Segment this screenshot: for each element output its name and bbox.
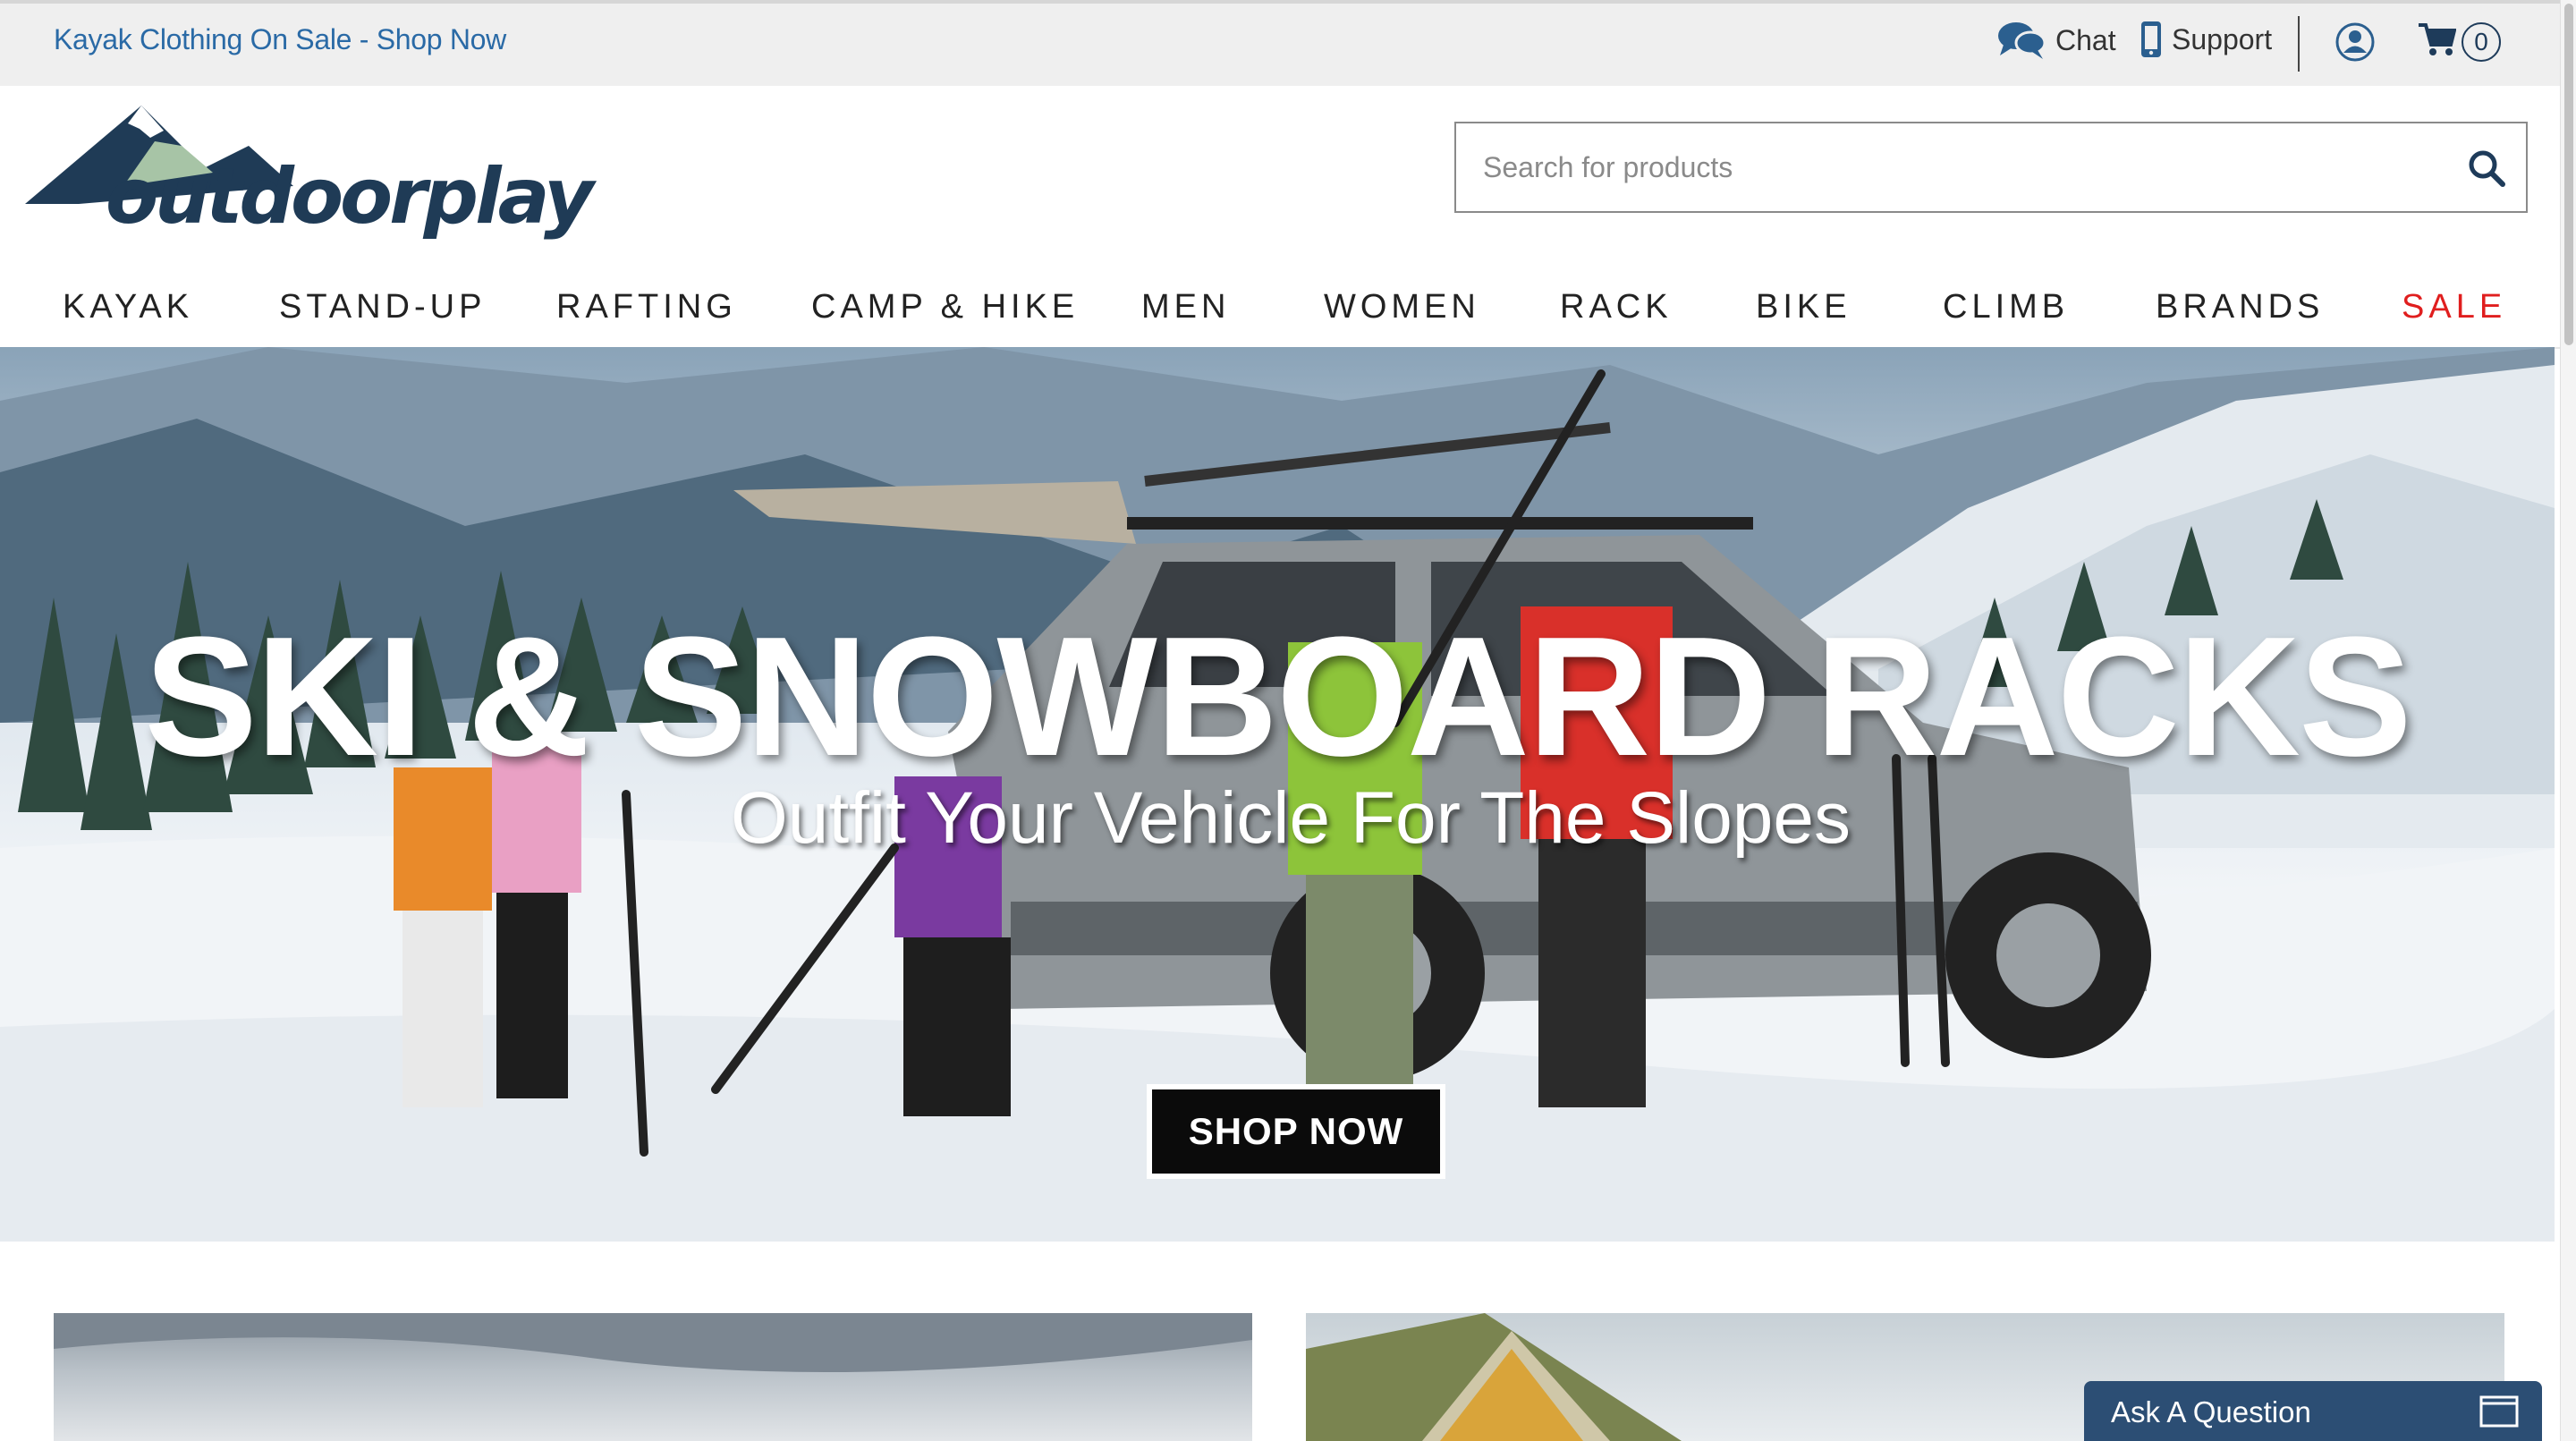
nav-item-climb[interactable]: CLIMB: [1943, 288, 2069, 326]
site-logo[interactable]: outdoorplay: [25, 97, 594, 253]
cart-link[interactable]: 0: [2417, 21, 2501, 62]
expand-window-icon: [2479, 1395, 2519, 1432]
search-input[interactable]: [1456, 123, 2422, 211]
ask-question-widget[interactable]: Ask A Question: [2084, 1381, 2542, 1441]
nav-item-kayak[interactable]: KAYAK: [63, 288, 193, 326]
page-scrollbar[interactable]: [2560, 0, 2576, 1441]
account-icon[interactable]: [2334, 21, 2376, 67]
chat-label: Chat: [2055, 23, 2116, 56]
ask-question-label: Ask A Question: [2111, 1395, 2311, 1428]
site-header: outdoorplay KAYAK STAND-UP RAFTING CAMP …: [0, 86, 2560, 349]
hero-title: SKI & SNOWBOARD RACKS: [144, 602, 2412, 792]
shop-now-button[interactable]: SHOP NOW: [1147, 1084, 1445, 1179]
support-label: Support: [2172, 22, 2273, 55]
hero-subtitle: Outfit Your Vehicle For The Slopes: [730, 777, 1852, 859]
nav-item-bike[interactable]: BIKE: [1756, 288, 1852, 326]
hero-banner[interactable]: SKI & SNOWBOARD RACKS Outfit Your Vehicl…: [0, 347, 2555, 1242]
nav-item-sale[interactable]: SALE: [2402, 288, 2506, 326]
promo-link[interactable]: Kayak Clothing On Sale - Shop Now: [54, 23, 506, 56]
nav-item-men[interactable]: MEN: [1141, 288, 1230, 326]
nav-item-brands[interactable]: BRANDS: [2156, 288, 2324, 326]
search-box: [1454, 122, 2528, 213]
support-link[interactable]: Support: [2140, 20, 2272, 59]
phone-icon: [2140, 20, 2163, 59]
nav-item-camp-hike[interactable]: CAMP & HIKE: [811, 288, 1079, 326]
logo-wordmark: outdoorplay: [106, 152, 594, 242]
cart-count-badge: 0: [2462, 21, 2501, 62]
nav-item-rafting[interactable]: RAFTING: [556, 288, 737, 326]
nav-item-women[interactable]: WOMEN: [1324, 288, 1480, 326]
search-icon[interactable]: [2467, 148, 2506, 192]
nav-item-stand-up[interactable]: STAND-UP: [279, 288, 486, 326]
main-nav: KAYAK STAND-UP RAFTING CAMP & HIKE MEN W…: [0, 275, 2560, 349]
utility-divider: [2298, 16, 2300, 72]
cart-icon: [2417, 21, 2457, 62]
promo-tile-left[interactable]: [54, 1313, 1252, 1441]
chat-link[interactable]: Chat: [1996, 20, 2116, 61]
utility-bar: Kayak Clothing On Sale - Shop Now Chat S…: [0, 0, 2560, 88]
nav-item-rack[interactable]: RACK: [1560, 288, 1673, 326]
promo-tile-left-image: [54, 1313, 1252, 1372]
scrollbar-thumb[interactable]: [2564, 4, 2573, 345]
chat-icon: [1996, 20, 2046, 61]
